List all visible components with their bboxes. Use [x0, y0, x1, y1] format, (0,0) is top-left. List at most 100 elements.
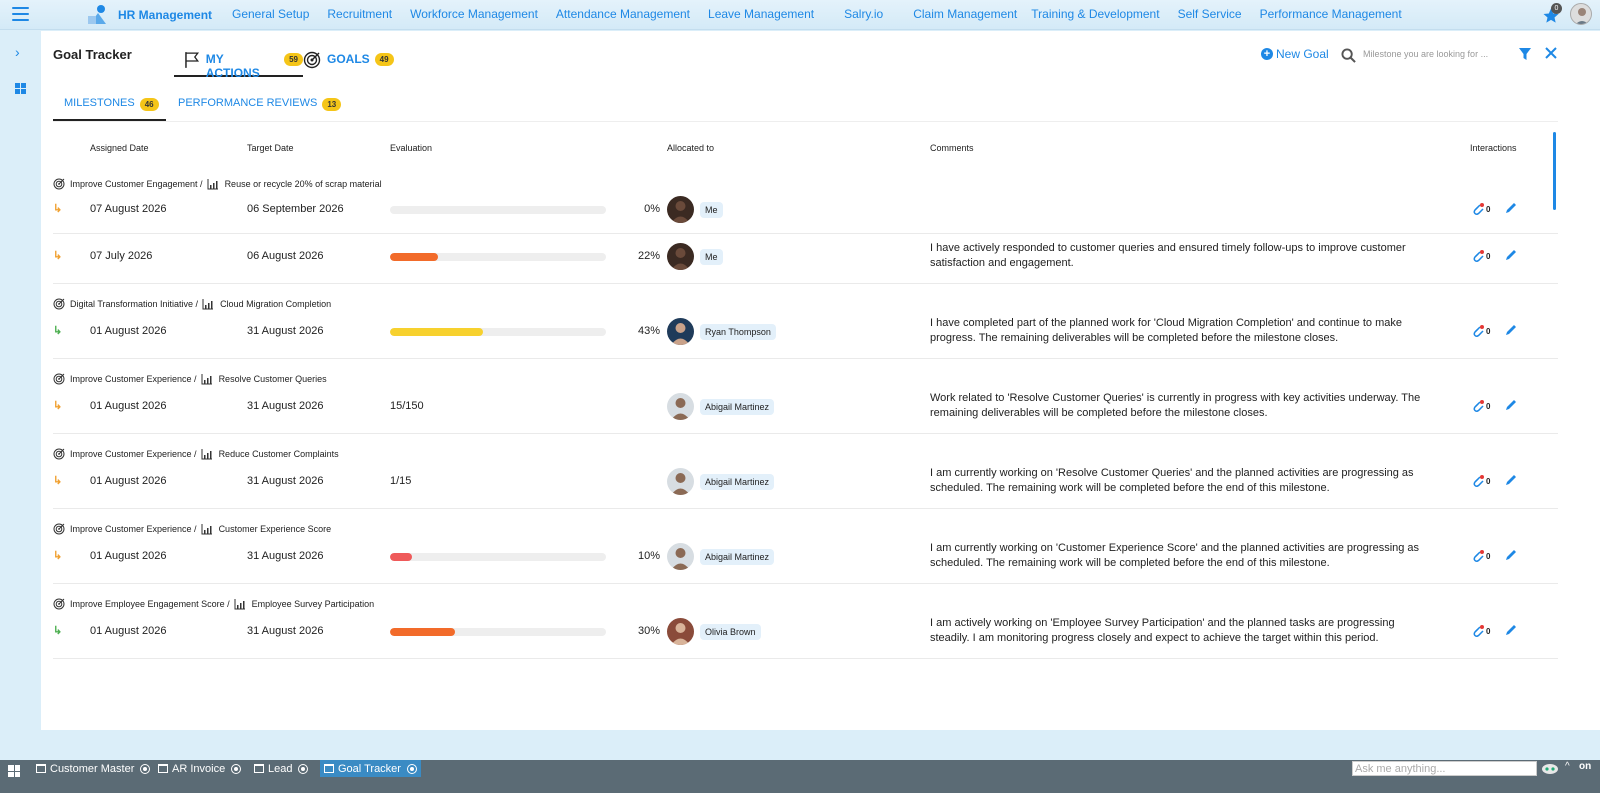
milestone-search-input[interactable] [1363, 45, 1503, 63]
new-goal-button[interactable]: + New Goal [1261, 47, 1329, 61]
attachment-count: 0 [1486, 327, 1491, 336]
milestone-row[interactable]: ↳ 07 August 2026 06 September 2026 0% Me… [53, 189, 1558, 229]
caret-up-icon[interactable]: ^ [1565, 761, 1570, 772]
person-avatar [667, 618, 694, 645]
edit-pencil-icon[interactable] [1504, 623, 1518, 637]
milestone-row[interactable]: ↳ 01 August 2026 31 August 2026 1/15 Abi… [53, 461, 1558, 501]
nav-self-service[interactable]: Self Service [1178, 7, 1242, 21]
goal-name[interactable]: Improve Customer Engagement / [70, 179, 203, 189]
dashboard-grid-icon[interactable] [15, 83, 26, 94]
hamburger-menu-icon[interactable] [12, 7, 29, 21]
header-allocated-to[interactable]: Allocated to [667, 143, 714, 153]
app-title[interactable]: HR Management [118, 8, 212, 22]
evaluation-percent: 30% [637, 625, 660, 637]
edit-pencil-icon[interactable] [1504, 248, 1518, 262]
milestone-name[interactable]: Reduce Customer Complaints [219, 449, 339, 459]
subtab-milestones[interactable]: MILESTONES 46 [53, 93, 166, 121]
milestone-row[interactable]: ↳ 01 August 2026 31 August 2026 30% Oliv… [53, 611, 1558, 651]
attachment-count: 0 [1486, 205, 1491, 214]
task-goal-tracker[interactable]: Goal Tracker [320, 760, 421, 777]
edit-pencil-icon[interactable] [1504, 323, 1518, 337]
bar-chart-icon [201, 373, 212, 384]
header-target-date[interactable]: Target Date [247, 143, 294, 153]
close-task-icon[interactable] [298, 763, 309, 774]
allocated-person-chip[interactable]: Abigail Martinez [700, 549, 775, 565]
attachment-icon[interactable] [1471, 474, 1485, 488]
task-customer-master[interactable]: Customer Master [32, 760, 154, 777]
milestone-row[interactable]: ↳ 01 August 2026 31 August 2026 10% Abig… [53, 536, 1558, 576]
header-comments[interactable]: Comments [930, 143, 974, 153]
edit-pencil-icon[interactable] [1504, 201, 1518, 215]
attachment-icon[interactable] [1471, 249, 1485, 263]
nav-attendance-management[interactable]: Attendance Management [556, 7, 690, 21]
edit-pencil-icon[interactable] [1504, 473, 1518, 487]
subtab-performance-reviews[interactable]: PERFORMANCE REVIEWS 13 [178, 93, 348, 121]
target-icon [53, 598, 65, 610]
milestone-row[interactable]: ↳ 07 July 2026 06 August 2026 22% Me I h… [53, 236, 1558, 276]
ask-assistant-input[interactable] [1352, 761, 1537, 776]
attachment-icon[interactable] [1471, 399, 1485, 413]
milestone-name[interactable]: Cloud Migration Completion [220, 299, 331, 309]
attachment-count: 0 [1486, 552, 1491, 561]
edit-pencil-icon[interactable] [1504, 398, 1518, 412]
task-lead[interactable]: Lead [250, 760, 312, 777]
close-icon[interactable] [1544, 46, 1558, 60]
allocated-person-chip[interactable]: Abigail Martinez [700, 399, 775, 415]
header-interactions[interactable]: Interactions [1470, 143, 1517, 153]
person-avatar [667, 543, 694, 570]
allocated-person-chip[interactable]: Ryan Thompson [700, 324, 776, 340]
assistant-robot-icon[interactable] [1540, 762, 1560, 775]
filter-icon[interactable] [1518, 47, 1532, 61]
header-assigned-date[interactable]: Assigned Date [90, 143, 149, 153]
allocated-person-chip[interactable]: Me [700, 202, 723, 218]
user-avatar[interactable] [1570, 3, 1592, 25]
attachment-icon[interactable] [1471, 324, 1485, 338]
goal-name[interactable]: Improve Customer Experience / [70, 449, 197, 459]
attachment-icon[interactable] [1471, 549, 1485, 563]
nav-recruitment[interactable]: Recruitment [327, 7, 392, 21]
attachment-icon[interactable] [1471, 624, 1485, 638]
main-nav: General Setup Recruitment Workforce Mana… [232, 7, 1420, 21]
search-icon[interactable] [1341, 48, 1356, 63]
target-icon [303, 51, 321, 69]
assigned-date: 01 August 2026 [90, 325, 167, 337]
assigned-date: 07 July 2026 [90, 250, 153, 262]
tab-goals[interactable]: GOALS 49 [303, 47, 403, 77]
milestone-name[interactable]: Customer Experience Score [219, 524, 332, 534]
row-divider [53, 283, 1558, 284]
nav-leave-management[interactable]: Leave Management [708, 7, 814, 21]
milestone-name[interactable]: Reuse or recycle 20% of scrap material [225, 179, 382, 189]
nav-claim-management[interactable]: Claim Management [913, 7, 1017, 21]
nav-general-setup[interactable]: General Setup [232, 7, 309, 21]
milestone-row[interactable]: ↳ 01 August 2026 31 August 2026 15/150 A… [53, 386, 1558, 426]
goal-name[interactable]: Improve Employee Engagement Score / [70, 599, 230, 609]
expand-sidebar-chevron-icon[interactable]: › [15, 44, 20, 60]
allocated-person-chip[interactable]: Me [700, 249, 723, 265]
nav-workforce-management[interactable]: Workforce Management [410, 7, 538, 21]
milestone-name[interactable]: Employee Survey Participation [252, 599, 375, 609]
nav-salry-io[interactable]: Salry.io [844, 7, 883, 21]
allocated-person-chip[interactable]: Abigail Martinez [700, 474, 775, 490]
start-menu-icon[interactable] [8, 765, 20, 777]
goal-name[interactable]: Digital Transformation Initiative / [70, 299, 198, 309]
attachment-icon[interactable] [1471, 202, 1485, 216]
nav-performance-management[interactable]: Performance Management [1260, 7, 1402, 21]
milestone-name[interactable]: Resolve Customer Queries [219, 374, 327, 384]
task-ar-invoice[interactable]: AR Invoice [154, 760, 245, 777]
goal-name[interactable]: Improve Customer Experience / [70, 374, 197, 384]
milestone-row[interactable]: ↳ 01 August 2026 31 August 2026 43% Ryan… [53, 311, 1558, 351]
plus-circle-icon: + [1261, 48, 1273, 60]
header-evaluation[interactable]: Evaluation [390, 143, 432, 153]
allocated-person-chip[interactable]: Olivia Brown [700, 624, 761, 640]
tab-my-actions[interactable]: MY ACTIONS 59 [174, 47, 303, 80]
bar-chart-icon [201, 448, 212, 459]
person-avatar [667, 196, 694, 223]
goal-name[interactable]: Improve Customer Experience / [70, 524, 197, 534]
close-task-icon[interactable] [406, 763, 417, 774]
edit-pencil-icon[interactable] [1504, 548, 1518, 562]
vertical-scrollbar[interactable] [1553, 132, 1556, 210]
target-date: 31 August 2026 [247, 550, 324, 562]
nav-training-development[interactable]: Training & Development [1031, 7, 1159, 21]
close-task-icon[interactable] [231, 763, 242, 774]
close-task-icon[interactable] [140, 763, 151, 774]
